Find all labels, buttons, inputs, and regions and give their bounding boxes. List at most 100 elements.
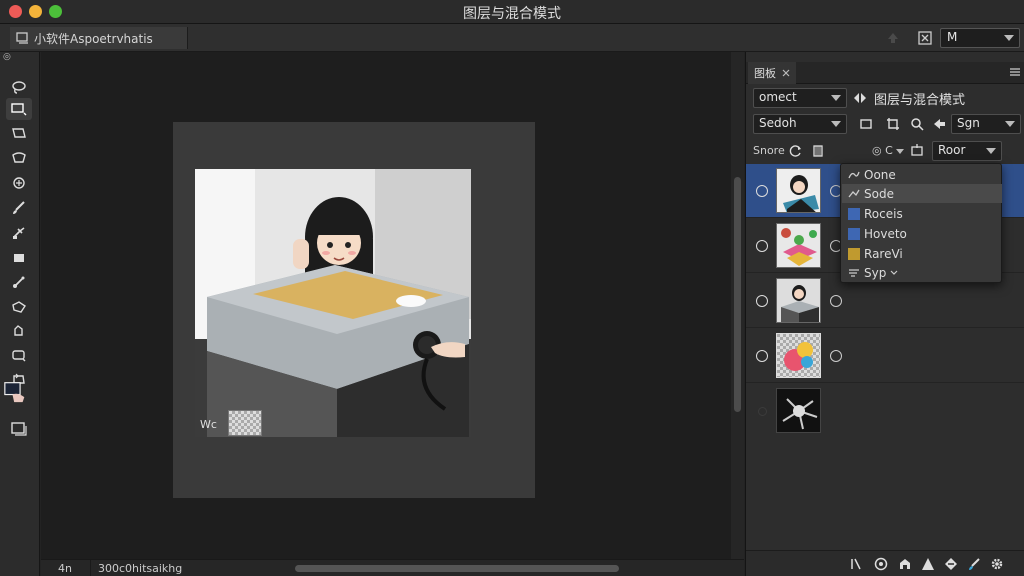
blend-mode-select[interactable]: Sedoh — [753, 114, 847, 134]
dropdown-item-label: Hoveto — [864, 226, 907, 241]
visibility-eye-icon[interactable] — [758, 407, 767, 416]
chevron-down-icon[interactable] — [892, 144, 908, 160]
root-select-value: Roor — [938, 143, 966, 157]
panel-footer — [746, 550, 1024, 576]
quick-mask-tool[interactable] — [6, 418, 32, 440]
settings-gear-icon[interactable] — [989, 556, 1005, 572]
color-swatch[interactable] — [4, 382, 26, 403]
snore-label: Snore — [753, 144, 785, 157]
dropdown-item[interactable]: Roceis — [842, 204, 1002, 223]
document-icon — [16, 32, 28, 44]
layer-link-icon[interactable] — [830, 295, 842, 307]
check-icon — [848, 189, 860, 197]
shape-tool[interactable] — [6, 296, 32, 318]
dropdown-item-label: Syp — [864, 265, 887, 280]
quick-select-tool[interactable] — [6, 122, 32, 144]
move-left-icon[interactable] — [931, 116, 947, 132]
adjustment-layer-icon[interactable] — [897, 556, 913, 572]
lasso-tool[interactable] — [6, 76, 32, 98]
layer-row[interactable] — [746, 329, 1024, 383]
pen-tool[interactable] — [6, 272, 32, 294]
refresh-icon[interactable] — [788, 143, 804, 159]
panel-tab[interactable]: 图板 — [748, 62, 796, 84]
dropdown-item-label: Oone — [864, 167, 896, 182]
document-tab[interactable]: 小软件Aspoetrvhatis — [10, 27, 188, 49]
zoom-tool[interactable] — [6, 344, 32, 366]
link-layers-icon[interactable] — [848, 556, 864, 572]
blend-mode-title: 图层与混合模式 — [874, 93, 966, 108]
eraser-icon — [14, 254, 24, 262]
triangle-warning-icon[interactable] — [920, 556, 936, 572]
eraser-tool[interactable] — [6, 247, 32, 269]
panel-menu-icon[interactable] — [1009, 66, 1021, 80]
chevron-down-icon — [831, 95, 841, 101]
layer-thumbnail — [776, 223, 821, 268]
dropdown-item-label: RareVi — [864, 246, 903, 261]
visibility-eye-icon[interactable] — [756, 240, 768, 252]
panel-tab-label: 图板 — [754, 67, 776, 80]
document-tab-label: 小软件Aspoetrvhatis — [34, 31, 153, 46]
split-arrows-icon[interactable] — [852, 90, 868, 106]
arrow-up-icon[interactable] — [884, 29, 902, 47]
root-select[interactable]: Roor — [932, 141, 1002, 161]
brush-tool[interactable] — [6, 197, 32, 219]
visibility-eye-icon[interactable] — [756, 295, 768, 307]
fill-icon[interactable] — [943, 556, 959, 572]
mask-icon[interactable] — [858, 116, 874, 132]
chevron-down-icon — [890, 270, 898, 275]
crop-tool[interactable] — [6, 147, 32, 169]
crop-icon — [12, 152, 26, 163]
canvas-vertical-scrollbar[interactable] — [731, 52, 744, 559]
blend-mode-value: Sedoh — [759, 116, 797, 130]
status-bar: 4n 300c0hitsaikhg — [41, 559, 744, 576]
artwork-image[interactable] — [195, 169, 471, 437]
blend-dropdown-menu: Oone Sode Roceis Hoveto RareVi Syp — [840, 163, 1002, 283]
layer-row[interactable] — [746, 384, 1024, 438]
search-icon[interactable] — [909, 116, 925, 132]
dropdown-item[interactable]: Syp — [842, 263, 1002, 282]
zoom-level[interactable]: 4n — [41, 560, 91, 576]
transparency-swatch — [228, 410, 262, 436]
canvas-area[interactable]: Wc — [41, 52, 731, 559]
marquee-tool[interactable] — [6, 98, 32, 120]
clone-stamp-tool[interactable] — [6, 222, 32, 244]
frame-icon[interactable] — [916, 29, 934, 47]
filmstrip-icon[interactable] — [810, 143, 826, 159]
blue-swatch-icon — [848, 227, 860, 240]
visibility-eye-icon[interactable] — [756, 350, 768, 362]
curve-icon — [848, 171, 860, 178]
sign-select-value: Sgn — [957, 116, 980, 130]
chevron-down-icon — [831, 121, 841, 127]
mode-select[interactable]: M — [940, 28, 1020, 48]
document-info: 300c0hitsaikhg — [98, 562, 183, 575]
layer-style-icon[interactable] — [873, 556, 889, 572]
dropdown-item-label: Roceis — [864, 206, 903, 221]
lasso-icon — [12, 81, 26, 94]
crop-layer-icon[interactable] — [885, 116, 901, 132]
layer-thumbnail — [776, 388, 821, 433]
visibility-eye-icon[interactable] — [756, 185, 768, 197]
quick-select-icon — [12, 128, 26, 138]
heal-tool[interactable] — [6, 172, 32, 194]
layer-thumbnail — [776, 333, 821, 378]
zoom-icon — [12, 350, 26, 362]
dropdown-item[interactable]: Oone — [842, 165, 1002, 184]
clone-stamp-icon — [13, 227, 25, 239]
close-icon[interactable] — [782, 69, 790, 77]
brush-link-icon[interactable] — [966, 556, 982, 572]
layers-panel: 图板 omect 图层与混合模式 Sedoh Sgn Snore ◎ C Roo… — [745, 52, 1024, 576]
panel-tab-bar: 图板 — [746, 62, 1024, 84]
dropdown-item[interactable]: Sode — [842, 184, 1002, 203]
hand-tool[interactable] — [6, 320, 32, 342]
layer-thumbnail — [776, 168, 821, 213]
chevron-down-icon — [986, 148, 996, 154]
quick-mask-icon — [11, 422, 27, 436]
frame-layer-icon[interactable] — [909, 142, 925, 158]
sign-select[interactable]: Sgn — [951, 114, 1021, 134]
vertical-scroll-thumb[interactable] — [734, 177, 741, 412]
layer-filter-select[interactable]: omect — [753, 88, 847, 108]
layer-link-icon[interactable] — [830, 350, 842, 362]
dropdown-item[interactable]: RareVi — [842, 244, 1002, 263]
horizontal-scroll-thumb[interactable] — [295, 565, 619, 572]
dropdown-item[interactable]: Hoveto — [842, 224, 1002, 243]
